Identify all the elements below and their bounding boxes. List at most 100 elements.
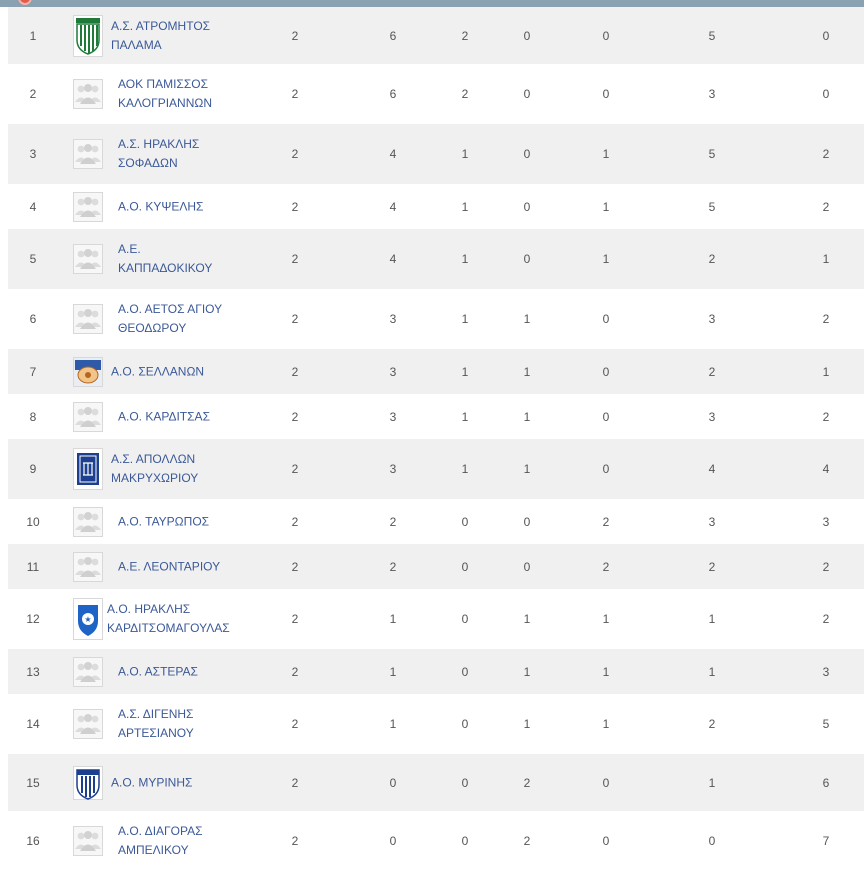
wins-cell: 0 (461, 775, 469, 790)
team-placeholder-icon[interactable] (73, 191, 103, 222)
played-cell: 2 (291, 514, 299, 529)
wins-cell: 2 (461, 87, 469, 101)
draws-cell: 0 (523, 514, 531, 529)
points-cell: 3 (389, 312, 397, 326)
goals-for-cell: 2 (708, 559, 716, 574)
table-row: 14 Α.Σ. ΔΙΓΕΝΗΣ ΑΡΤΕΣΙΑΝΟΥ 2 1 0 1 1 2 5 (8, 694, 864, 754)
team-placeholder-icon[interactable] (73, 401, 103, 432)
team-name-line: Α.Ο. ΑΣΤΕΡΑΣ (118, 664, 198, 678)
wins-cell: 1 (461, 364, 469, 379)
apollon-crest-icon[interactable] (73, 448, 103, 490)
wins-cell: 1 (461, 409, 469, 424)
sellanon-crest-icon[interactable] (73, 356, 103, 387)
team-name-link[interactable]: Α.Ο. ΜΥΡΙΝΗΣ (111, 773, 261, 792)
goals-for-cell: 3 (708, 409, 716, 424)
losses-cell: 1 (602, 664, 610, 679)
team-name-link[interactable]: Α.Ε. ΚΑΠΠΑΔΟΚΙΚΟΥ (118, 240, 268, 278)
team-placeholder-icon[interactable] (73, 79, 103, 109)
team-name-link[interactable]: Α.Ο. ΣΕΛΛΑΝΩΝ (111, 362, 261, 381)
table-row: 8 Α.Ο. ΚΑΡΔΙΤΣΑΣ 2 3 1 1 0 3 2 (8, 394, 864, 439)
goals-against-cell: 0 (822, 87, 830, 101)
rank-cell: 3 (29, 147, 37, 161)
points-cell: 1 (389, 664, 397, 679)
team-name-link[interactable]: Α.Σ. ΔΙΓΕΝΗΣ ΑΡΤΕΣΙΑΝΟΥ (118, 705, 268, 743)
table-row: 10 Α.Ο. ΤΑΥΡΩΠΟΣ 2 2 0 0 2 3 3 (8, 499, 864, 544)
myrini-crest-icon[interactable] (73, 765, 103, 800)
team-name-link[interactable]: ΑΟΚ ΠΑΜΙΣΣΟΣ ΚΑΛΟΓΡΙΑΝΝΩΝ (118, 75, 268, 113)
losses-cell: 1 (602, 147, 610, 161)
played-cell: 2 (291, 775, 299, 790)
played-cell: 2 (291, 664, 299, 679)
goals-for-cell: 3 (708, 87, 716, 101)
team-placeholder-icon[interactable] (73, 304, 103, 334)
table-row: 13 Α.Ο. ΑΣΤΕΡΑΣ 2 1 0 1 1 1 3 (8, 649, 864, 694)
rank-cell: 7 (29, 364, 37, 379)
wins-cell: 0 (461, 664, 469, 679)
team-placeholder-icon[interactable] (73, 709, 103, 739)
team-name-link[interactable]: Α.Σ. ΑΤΡΟΜΗΤΟΣ ΠΑΛΑΜΑ (111, 17, 261, 55)
team-name-line: Α.Ο. ΚΑΡΔΙΤΣΑΣ (118, 409, 210, 423)
team-name-line: Α.Ο. ΑΕΤΟΣ ΑΓΙΟΥ (118, 302, 223, 316)
goals-for-cell: 4 (708, 462, 716, 476)
goals-for-cell: 1 (708, 775, 716, 790)
team-name-link[interactable]: Α.Σ. ΗΡΑΚΛΗΣ ΣΟΦΑΔΩΝ (118, 135, 268, 173)
team-name-line: Α.Σ. ΗΡΑΚΛΗΣ (118, 137, 200, 151)
team-name-link[interactable]: Α.Σ. ΑΠΟΛΛΩΝ ΜΑΚΡΥΧΩΡΙΟΥ (111, 450, 261, 488)
played-cell: 2 (291, 199, 299, 214)
wins-cell: 0 (461, 612, 469, 626)
team-placeholder-icon[interactable] (73, 551, 103, 582)
team-placeholder-icon[interactable] (73, 139, 103, 169)
goals-for-cell: 0 (708, 834, 716, 848)
team-name-line: Α.Ο. ΔΙΑΓΟΡΑΣ (118, 824, 203, 838)
team-name-link[interactable]: Α.Ο. ΚΑΡΔΙΤΣΑΣ (118, 407, 268, 426)
rank-cell: 1 (29, 28, 37, 43)
points-cell: 4 (389, 199, 397, 214)
goals-against-cell: 2 (822, 199, 830, 214)
wins-cell: 0 (461, 717, 469, 731)
played-cell: 2 (291, 462, 299, 476)
team-name-line: Α.Σ. ΔΙΓΕΝΗΣ (118, 707, 194, 721)
rank-cell: 5 (29, 252, 37, 266)
table-row: 6 Α.Ο. ΑΕΤΟΣ ΑΓΙΟΥ ΘΕΟΔΩΡΟΥ 2 3 1 1 0 3 2 (8, 289, 864, 349)
iraklis-crest-icon[interactable]: ★ (73, 598, 103, 640)
draws-cell: 0 (523, 147, 531, 161)
team-name-link[interactable]: Α.Ο. ΑΕΤΟΣ ΑΓΙΟΥ ΘΕΟΔΩΡΟΥ (118, 300, 268, 338)
atromitos-crest-icon[interactable] (73, 14, 103, 57)
goals-for-cell: 5 (708, 28, 716, 43)
team-placeholder-icon[interactable] (73, 506, 103, 537)
losses-cell: 1 (602, 717, 610, 731)
rank-cell: 13 (26, 664, 40, 679)
team-name-line: Α.Ο. ΜΥΡΙΝΗΣ (111, 775, 193, 789)
team-name-line: ΜΑΚΡΥΧΩΡΙΟΥ (111, 471, 199, 485)
rank-cell: 4 (29, 199, 37, 214)
team-placeholder-icon[interactable] (73, 656, 103, 687)
rank-cell: 2 (29, 87, 37, 101)
draws-cell: 1 (523, 409, 531, 424)
draws-cell: 0 (523, 87, 531, 101)
table-row: 7 Α.Ο. ΣΕΛΛΑΝΩΝ 2 3 1 1 0 2 1 (8, 349, 864, 394)
wins-cell: 0 (461, 514, 469, 529)
table-row: 3 Α.Σ. ΗΡΑΚΛΗΣ ΣΟΦΑΔΩΝ 2 4 1 0 1 5 2 (8, 124, 864, 184)
team-name-link[interactable]: Α.Ο. ΗΡΑΚΛΗΣ ΚΑΡΔΙΤΣΟΜΑΓΟΥΛΑΣ (107, 600, 277, 638)
team-name-link[interactable]: Α.Ο. ΔΙΑΓΟΡΑΣ ΑΜΠΕΛΙΚΟΥ (118, 822, 268, 860)
team-placeholder-icon[interactable] (73, 826, 103, 856)
team-name-line: Α.Σ. ΑΤΡΟΜΗΤΟΣ (111, 18, 211, 33)
team-name-line: ΑΟΚ ΠΑΜΙΣΣΟΣ (118, 77, 209, 91)
losses-cell: 0 (602, 409, 610, 424)
played-cell: 2 (291, 87, 299, 101)
team-name-link[interactable]: Α.Ο. ΤΑΥΡΩΠΟΣ (118, 512, 268, 531)
draws-cell: 1 (523, 312, 531, 326)
team-name-link[interactable]: Α.Ο. ΚΥΨΕΛΗΣ (118, 197, 268, 216)
wins-cell: 1 (461, 147, 469, 161)
team-placeholder-icon[interactable] (73, 244, 103, 274)
status-dot-icon (18, 0, 32, 5)
goals-for-cell: 3 (708, 312, 716, 326)
goals-against-cell: 3 (822, 514, 830, 529)
draws-cell: 1 (523, 364, 531, 379)
team-name-link[interactable]: Α.Ο. ΑΣΤΕΡΑΣ (118, 662, 268, 681)
wins-cell: 0 (461, 559, 469, 574)
team-name-line: Α.Ο. ΤΑΥΡΩΠΟΣ (118, 514, 210, 528)
points-cell: 0 (389, 834, 397, 848)
team-name-link[interactable]: Α.Ε. ΛΕΟΝΤΑΡΙΟΥ (118, 557, 268, 576)
losses-cell: 1 (602, 612, 610, 626)
